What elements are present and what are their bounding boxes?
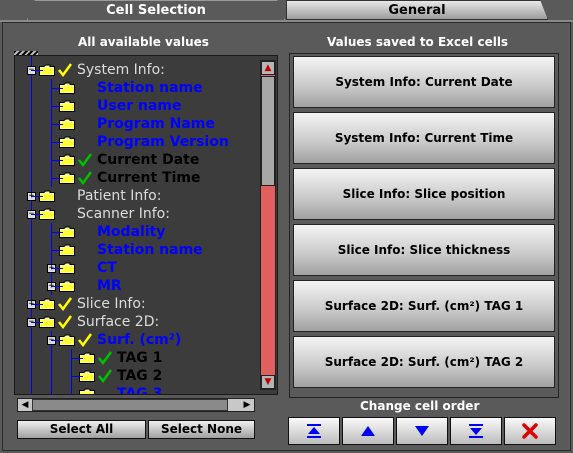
tree-item-label: TAG 1	[117, 350, 163, 366]
tree-item[interactable]: TAG 3	[67, 385, 163, 395]
tree-item-label: Program Name	[97, 116, 215, 132]
tree-item[interactable]: +MR	[47, 277, 122, 295]
saved-cell[interactable]: System Info: Current Time	[293, 112, 555, 164]
tree-connector	[51, 250, 63, 251]
checkmark-icon	[77, 153, 95, 167]
tree-connector	[51, 268, 63, 269]
tree-connector	[51, 124, 63, 125]
tree-connector	[71, 376, 83, 377]
tree-item-label: System Info:	[77, 62, 165, 78]
checkmark-icon	[97, 351, 115, 365]
tree-item[interactable]: TAG 1	[67, 349, 162, 367]
tree-connector	[71, 358, 83, 359]
tree-item[interactable]: Station name	[47, 79, 203, 97]
tree-vertical-scroll-thumb[interactable]	[261, 76, 275, 186]
saved-cell[interactable]: Surface 2D: Surf. (cm²) TAG 2	[293, 336, 555, 388]
tree-connector	[31, 322, 43, 323]
tree-item-label: User name	[97, 98, 182, 114]
select-all-button[interactable]: Select All	[17, 420, 146, 439]
tab-general[interactable]: General	[286, 0, 548, 20]
tree-connector	[31, 70, 43, 71]
tab-cell-selection[interactable]: Cell Selection	[27, 0, 285, 20]
saved-cell[interactable]: Slice Info: Slice position	[293, 168, 555, 220]
change-cell-order-label: Change cell order	[360, 399, 480, 413]
tree-item-label: Scanner Info:	[77, 206, 170, 222]
tree-item[interactable]: +CT	[47, 259, 117, 277]
move-down-button[interactable]	[396, 417, 448, 445]
tree-item-label: Station name	[97, 80, 203, 96]
tree-connector	[31, 304, 43, 305]
tree-item[interactable]: Program Name	[47, 115, 215, 133]
tree-connector	[51, 340, 63, 341]
checkmark-icon	[57, 315, 75, 329]
tree-item[interactable]: Modality	[47, 223, 165, 241]
tree-item[interactable]: +Slice Info:	[27, 295, 146, 313]
select-none-button[interactable]: Select None	[148, 420, 255, 439]
checkmark-icon	[57, 63, 75, 77]
tree-item-label: Surface 2D:	[77, 314, 160, 330]
move-top-icon	[307, 424, 321, 438]
tree-item[interactable]: Current Date	[47, 151, 199, 169]
scroll-left-arrow-icon[interactable]: ◀	[18, 399, 32, 411]
tree-item-label: Surf. (cm²)	[97, 332, 182, 348]
tree-item[interactable]: User name	[47, 97, 181, 115]
checkmark-icon	[77, 171, 95, 185]
tree-item[interactable]: −Surface 2D:	[27, 313, 159, 331]
scroll-up-arrow-icon[interactable]: ▲	[261, 61, 275, 75]
saved-cell[interactable]: System Info: Current Date	[293, 56, 555, 108]
tree-item-label: TAG 2	[117, 368, 163, 384]
tree-item[interactable]: −Scanner Info:	[27, 205, 170, 223]
tree-connector	[51, 106, 63, 107]
tree-item-label: Current Time	[97, 170, 201, 186]
tree-connector	[51, 232, 63, 233]
tree-connector	[51, 286, 63, 287]
move-up-button[interactable]	[342, 417, 394, 445]
saved-values-header: Values saved to Excel cells	[327, 35, 509, 49]
move-up-icon	[361, 426, 375, 436]
checkmark-icon	[57, 297, 75, 311]
move-bottom-icon	[469, 424, 483, 438]
tree-item[interactable]: Current Time	[47, 169, 201, 187]
tree-connector	[51, 178, 63, 179]
tree-guide-line	[31, 56, 32, 394]
scroll-right-arrow-icon[interactable]: ▶	[240, 399, 254, 411]
tree-item[interactable]: TAG 2	[67, 367, 162, 385]
tree-connector	[71, 394, 83, 395]
tree-item-label: MR	[97, 278, 122, 294]
tree-item[interactable]: −Surf. (cm²)	[47, 331, 181, 349]
saved-cell[interactable]: Surface 2D: Surf. (cm²) TAG 1	[293, 280, 555, 332]
tree-horizontal-scrollbar[interactable]: ◀ ▶	[17, 398, 255, 412]
tree-vertical-scrollbar[interactable]: ▲ ▼	[260, 60, 276, 390]
delete-cell-button[interactable]	[504, 417, 556, 445]
move-down-icon	[415, 426, 429, 436]
available-values-header: All available values	[78, 35, 209, 49]
tree-connector	[51, 88, 63, 89]
tree-item-label: Current Date	[97, 152, 200, 168]
checkmark-icon	[97, 369, 115, 383]
tree-item-label: CT	[97, 260, 117, 276]
tree-connector	[51, 160, 63, 161]
checkmark-icon	[77, 333, 95, 347]
delete-icon	[522, 423, 538, 439]
tree-connector	[31, 196, 43, 197]
tree-connector	[51, 142, 63, 143]
tree-connector	[31, 214, 43, 215]
saved-cell[interactable]: Slice Info: Slice thickness	[293, 224, 555, 276]
tree-item[interactable]: Station name	[47, 241, 203, 259]
tree-item-label: Patient Info:	[77, 188, 162, 204]
tree-item-label: Station name	[97, 242, 203, 258]
tree-item[interactable]: +Patient Info:	[27, 187, 161, 205]
move-top-button[interactable]	[288, 417, 340, 445]
tree-item-label: Modality	[97, 224, 166, 240]
tree-item-label: Slice Info:	[77, 296, 146, 312]
available-values-tree[interactable]: −System Info:Station nameUser nameProgra…	[14, 55, 278, 395]
scroll-down-arrow-icon[interactable]: ▼	[261, 375, 275, 389]
tree-horizontal-scroll-thumb[interactable]	[32, 399, 228, 411]
tree-item-label: Program Version	[97, 134, 229, 150]
tree-item[interactable]: −System Info:	[27, 61, 165, 79]
tree-item-label: TAG 3	[117, 386, 163, 395]
move-bottom-button[interactable]	[450, 417, 502, 445]
tree-item[interactable]: Program Version	[47, 133, 229, 151]
